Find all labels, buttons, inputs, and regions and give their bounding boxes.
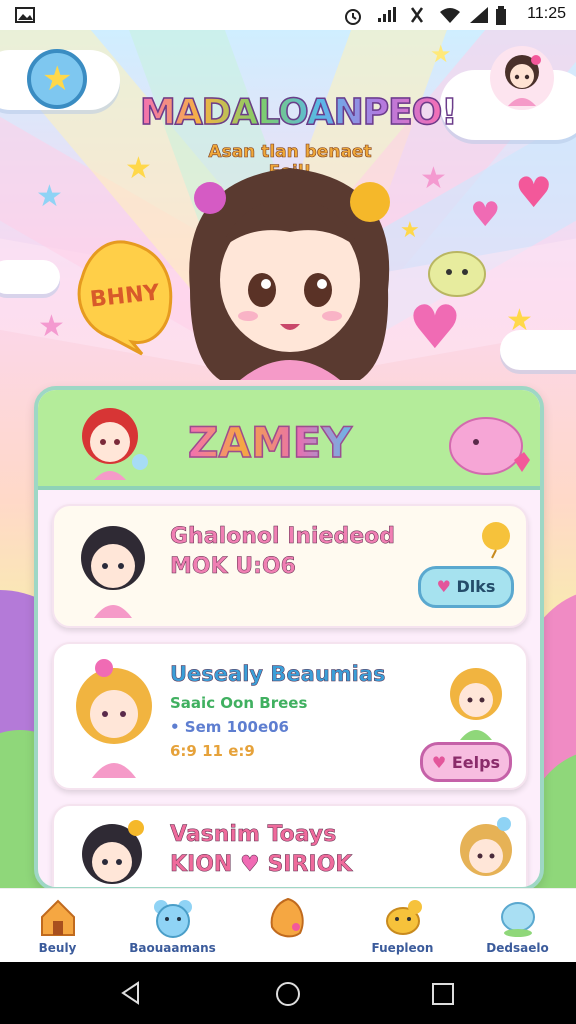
system-nav-bar xyxy=(0,962,576,1024)
main-character xyxy=(189,168,390,380)
black-hair-girl-icon xyxy=(81,526,145,618)
star-icon: ★ xyxy=(430,40,452,68)
star-icon: ★ xyxy=(42,59,73,99)
status-bar: 11:25 xyxy=(0,0,576,30)
speech-bubble: BHNY xyxy=(72,238,182,358)
card-action-button[interactable]: ♥ Dlks xyxy=(418,566,514,608)
card-stats: 6:9 11 e:9 xyxy=(170,742,255,760)
nav-item-home[interactable]: Beuly xyxy=(0,889,115,963)
heart-icon: ♥ xyxy=(470,195,501,235)
alarm-icon xyxy=(345,9,361,25)
card-info: KION ♥ SIRIOK xyxy=(170,852,353,878)
profile-avatar-button[interactable] xyxy=(490,46,554,110)
signal-icon xyxy=(378,7,396,22)
game-scene: ★ MADALOANPEO! Asan tlan benaet Eoil! ★ … xyxy=(0,30,576,888)
panel-title: ZAMEY xyxy=(187,417,352,468)
black-hair-girl-icon xyxy=(82,820,144,884)
heart-icon: ♥ xyxy=(408,293,462,363)
star-icon: ★ xyxy=(420,161,447,196)
balloon-icon xyxy=(482,522,510,559)
avatar-girl-icon xyxy=(505,55,541,106)
pink-creature-icon xyxy=(449,417,530,475)
blob-icon xyxy=(501,902,535,937)
list-card[interactable]: Vasnim Toays KION ♥ SIRIOK xyxy=(52,804,528,887)
cheese-icon xyxy=(270,897,304,938)
blonde-girl-icon xyxy=(76,659,152,778)
favorite-button[interactable]: ★ xyxy=(27,49,87,109)
panel-header: ZAMEY xyxy=(38,390,540,490)
blonde-girl-icon xyxy=(460,817,512,876)
battery-icon xyxy=(496,6,506,25)
home-icon[interactable] xyxy=(274,980,302,1008)
star-icon: ★ xyxy=(36,179,63,214)
house-icon xyxy=(41,899,75,936)
blob-creature xyxy=(428,251,486,297)
puppy-icon xyxy=(386,900,422,935)
star-icon: ★ xyxy=(125,151,152,186)
recents-icon[interactable] xyxy=(430,981,456,1007)
clock: 11:25 xyxy=(527,5,566,22)
heart-icon: ♥ xyxy=(515,168,553,217)
back-icon[interactable] xyxy=(118,980,144,1006)
cell-signal-icon xyxy=(470,7,488,23)
heart-icon: ♥ xyxy=(431,753,447,772)
card-detail: • Sem 100e06 xyxy=(170,718,289,736)
nav-item-puppy[interactable]: Fuepleon xyxy=(345,889,460,963)
data-icon xyxy=(410,7,424,23)
star-icon: ★ xyxy=(38,309,65,344)
heart-icon: ♥ xyxy=(436,577,451,596)
star-icon: ★ xyxy=(506,303,533,338)
card-name: Vasnim Toays xyxy=(170,822,337,848)
gallery-icon xyxy=(15,7,35,23)
main-panel: ZAMEY Ghalonol Iniedeod MOK U:O6 ♥ Dlks … xyxy=(34,386,544,888)
card-name: Uesealy Beaumias xyxy=(170,662,386,687)
list-card[interactable]: Uesealy Beaumias Saaic Oon Brees • Sem 1… xyxy=(52,642,528,790)
nav-item-bear[interactable]: Baouaamans xyxy=(115,889,230,963)
game-title: MADALOANPEO! xyxy=(139,91,458,134)
red-hair-girl-icon xyxy=(82,408,148,480)
bear-face-icon xyxy=(154,900,192,938)
list-card[interactable]: Ghalonol Iniedeod MOK U:O6 ♥ Dlks xyxy=(52,504,528,628)
card-info: MOK U:O6 xyxy=(170,554,296,580)
wifi-icon xyxy=(440,8,460,23)
card-action-button[interactable]: ♥ Eelps xyxy=(420,742,512,782)
bottom-nav: Beuly Baouaamans Fuepleon Dedsaelo xyxy=(0,888,576,962)
heart-icon: ♥ xyxy=(240,852,260,878)
card-info: Saaic Oon Brees xyxy=(170,694,308,712)
nav-item-blob[interactable]: Dedsaelo xyxy=(460,889,575,963)
card-name: Ghalonol Iniedeod xyxy=(170,524,396,550)
blonde-girl-icon xyxy=(450,668,502,740)
nav-item-center[interactable] xyxy=(230,889,345,963)
